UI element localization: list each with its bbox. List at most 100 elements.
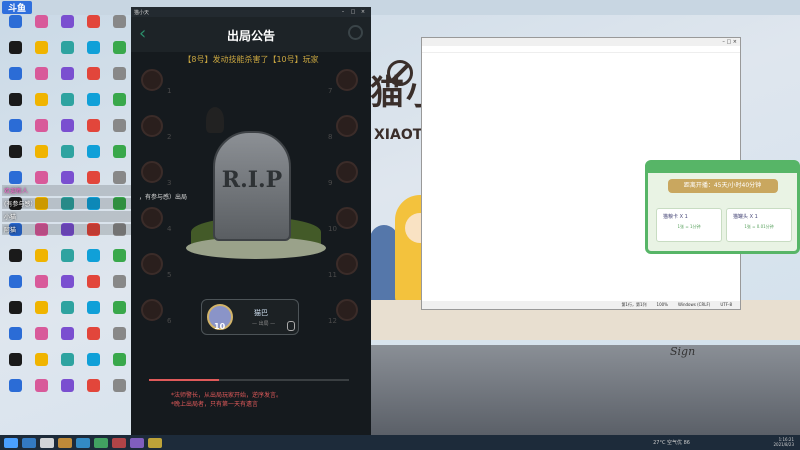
desktop-shortcut-icon[interactable] — [80, 379, 106, 401]
desktop-shortcut-icon[interactable] — [54, 379, 80, 401]
desktop-shortcut-icon[interactable] — [80, 275, 106, 297]
desktop-shortcut-icon[interactable] — [106, 379, 132, 401]
desktop-shortcut-icon[interactable] — [80, 327, 106, 349]
chat-text: (有参与感） — [4, 201, 37, 208]
player-seat[interactable] — [336, 207, 358, 229]
desktop-shortcut-icon[interactable] — [80, 249, 106, 271]
desktop-shortcut-icon[interactable] — [106, 67, 132, 89]
desktop-shortcut-icon[interactable] — [80, 301, 106, 323]
seat-number: 6 — [167, 317, 172, 325]
desktop-shortcut-icon[interactable] — [2, 41, 28, 63]
desktop-shortcut-icon[interactable] — [28, 379, 54, 401]
taskbar-app-icon[interactable] — [76, 437, 90, 448]
window-controls[interactable]: – □ × — [722, 38, 737, 46]
desktop-shortcut-icon[interactable] — [28, 67, 54, 89]
desktop-shortcut-icon[interactable] — [106, 93, 132, 115]
windows-start-icon[interactable] — [4, 437, 18, 448]
desktop-shortcut-icon[interactable] — [54, 327, 80, 349]
taskbar-app-icon[interactable] — [40, 437, 54, 448]
desktop-shortcut-icon[interactable] — [28, 249, 54, 271]
settings-icon[interactable] — [348, 25, 363, 40]
player-seat[interactable] — [336, 115, 358, 137]
desktop-shortcut-icon[interactable] — [80, 15, 106, 37]
desktop-shortcut-icon[interactable] — [80, 353, 106, 375]
weather-widget[interactable]: 27°C 空气优 86 — [653, 439, 690, 446]
desktop-shortcut-icon[interactable] — [54, 301, 80, 323]
desktop-shortcut-icon[interactable] — [28, 93, 54, 115]
desktop-shortcut-icon[interactable] — [28, 41, 54, 63]
taskbar-app-icon[interactable] — [148, 437, 162, 448]
desktop-shortcut-icon[interactable] — [28, 301, 54, 323]
desktop-shortcut-icon[interactable] — [106, 301, 132, 323]
taskbar-app-icon[interactable] — [112, 437, 126, 448]
minimize-icon[interactable]: – — [338, 9, 348, 15]
player-seat[interactable] — [141, 115, 163, 137]
app-icon — [60, 171, 74, 184]
desktop-shortcut-icon[interactable] — [106, 119, 132, 141]
desktop-shortcut-icon[interactable] — [2, 353, 28, 375]
desktop-shortcut-icon[interactable] — [106, 249, 132, 271]
desktop-shortcut-icon[interactable] — [54, 275, 80, 297]
desktop-shortcut-icon[interactable] — [54, 67, 80, 89]
player-seat[interactable] — [141, 69, 163, 91]
desktop-shortcut-icon[interactable] — [106, 353, 132, 375]
player-seat[interactable] — [141, 161, 163, 183]
taskbar-app-icon[interactable] — [58, 437, 72, 448]
desktop-shortcut-icon[interactable] — [2, 301, 28, 323]
desktop-shortcut-icon[interactable] — [54, 93, 80, 115]
desktop-shortcut-icon[interactable] — [28, 145, 54, 167]
app-icon — [112, 327, 126, 340]
tombstone-text: R.I.P — [221, 167, 283, 193]
desktop-shortcut-icon[interactable] — [106, 275, 132, 297]
desktop-shortcut-icon[interactable] — [28, 15, 54, 37]
game-tab-title[interactable]: 猫小天 — [134, 9, 149, 16]
player-seat[interactable] — [141, 207, 163, 229]
desktop-shortcut-icon[interactable] — [106, 327, 132, 349]
desktop-shortcut-icon[interactable] — [2, 275, 28, 297]
reward-box-left[interactable]: 猫粮卡 X 1 1张 = 1分钟 — [656, 208, 722, 242]
player-seat[interactable] — [141, 299, 163, 321]
desktop-shortcut-icon[interactable] — [2, 67, 28, 89]
desktop-shortcut-icon[interactable] — [2, 379, 28, 401]
desktop-shortcut-icon[interactable] — [2, 93, 28, 115]
taskbar-app-icon[interactable] — [94, 437, 108, 448]
game-titlebar: 猫小天 – □ × — [131, 7, 371, 17]
desktop-shortcut-icon[interactable] — [80, 145, 106, 167]
mic-icon[interactable] — [287, 321, 295, 331]
player-seat[interactable] — [336, 253, 358, 275]
desktop-shortcut-icon[interactable] — [28, 119, 54, 141]
desktop-shortcut-icon[interactable] — [80, 67, 106, 89]
desktop-shortcut-icon[interactable] — [54, 41, 80, 63]
desktop-shortcut-icon[interactable] — [80, 41, 106, 63]
desktop-shortcut-icon[interactable] — [106, 41, 132, 63]
maximize-icon[interactable]: □ — [348, 9, 358, 15]
desktop-shortcut-icon[interactable] — [28, 327, 54, 349]
desktop-shortcut-icon[interactable] — [28, 275, 54, 297]
system-clock[interactable]: 1:16:21 2021/8/23 — [773, 437, 794, 447]
desktop-shortcut-icon[interactable] — [54, 249, 80, 271]
desktop-shortcut-icon[interactable] — [2, 145, 28, 167]
desktop-shortcut-icon[interactable] — [80, 119, 106, 141]
desktop-shortcut-icon[interactable] — [54, 145, 80, 167]
desktop-shortcut-icon[interactable] — [54, 353, 80, 375]
desktop-shortcut-icon[interactable] — [2, 327, 28, 349]
player-seat[interactable] — [141, 253, 163, 275]
desktop-shortcut-icon[interactable] — [106, 15, 132, 37]
taskbar-app-icon[interactable] — [130, 437, 144, 448]
desktop-shortcut-icon[interactable] — [106, 145, 132, 167]
player-seat[interactable] — [336, 299, 358, 321]
reward-box-right[interactable]: 猫罐头 X 1 1张 = 0.01分钟 — [726, 208, 792, 242]
desktop-shortcut-icon[interactable] — [2, 249, 28, 271]
desktop-shortcut-icon[interactable] — [54, 15, 80, 37]
desktop-shortcut-icon[interactable] — [80, 93, 106, 115]
desktop-shortcut-icon[interactable] — [28, 353, 54, 375]
desktop-shortcut-icon[interactable] — [2, 15, 28, 37]
desktop-shortcut-icon[interactable] — [54, 119, 80, 141]
player-seat[interactable] — [336, 161, 358, 183]
app-icon — [34, 67, 48, 80]
desktop-shortcut-icon[interactable] — [2, 119, 28, 141]
player-seat[interactable] — [336, 69, 358, 91]
taskbar-app-icon[interactable] — [22, 437, 36, 448]
close-icon[interactable]: × — [358, 9, 368, 15]
eliminated-player-card[interactable]: 10 猫巴 — 出局 — — [201, 299, 299, 335]
